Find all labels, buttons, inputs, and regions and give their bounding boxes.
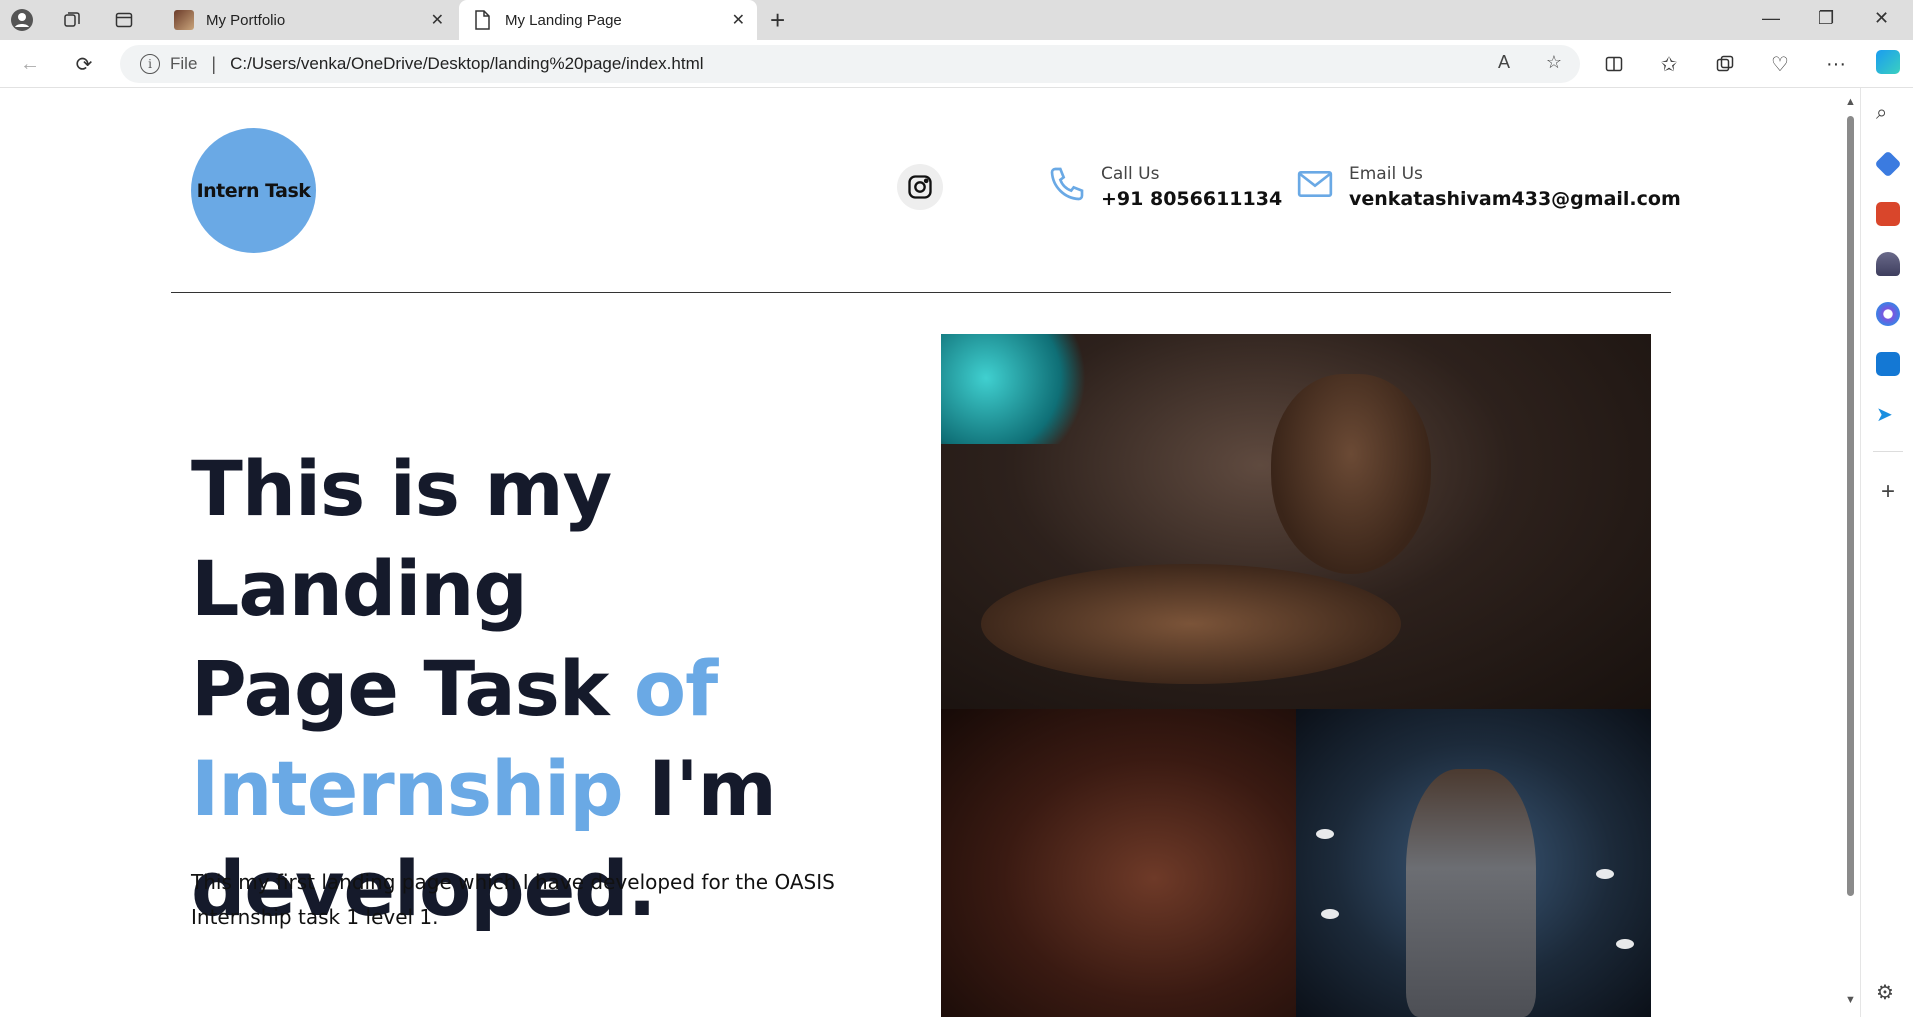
tab-title: My Portfolio [206,11,286,29]
stage-light [1596,869,1614,879]
hero-highlight: of [633,644,718,733]
navigation-bar: ← ⟳ i File | C:/Users/venka/OneDrive/Des… [0,40,1913,88]
photo-arm [981,564,1401,684]
vertical-scrollbar[interactable]: ▲ ▼ [1841,88,1859,1017]
hero-line: I'm [622,744,777,833]
photo-bottom-right [1296,709,1651,1017]
photo-figure [1406,769,1536,1017]
divider [1873,451,1903,452]
hero-heading: This is my Landing Page Task of Internsh… [191,439,931,939]
scroll-up-arrow-icon[interactable]: ▲ [1845,96,1856,108]
email-address[interactable]: venkatashivam433@gmail.com [1349,188,1681,210]
tab-title: My Landing Page [505,11,622,29]
workspaces-icon[interactable] [58,6,86,34]
settings-gear-icon[interactable]: ⚙ [1876,980,1900,1004]
call-us-label: Call Us [1101,164,1160,184]
copilot-icon[interactable] [1876,50,1900,74]
send-icon[interactable]: ➤ [1876,402,1900,426]
favorite-star-icon[interactable]: ☆ [1546,52,1562,73]
landing-page: Intern Task Call Us +91 8056611134 Email… [0,89,1841,1017]
back-icon[interactable]: ← [16,50,44,78]
add-icon[interactable]: + [1876,480,1900,506]
close-icon[interactable]: ✕ [431,10,444,30]
stage-light [1316,829,1334,839]
games-icon[interactable] [1876,252,1900,276]
hero-line: This is my Landing [191,444,612,633]
collections-icon[interactable] [1711,50,1739,78]
phone-number[interactable]: +91 8056611134 [1101,188,1282,210]
close-window-icon[interactable]: ✕ [1874,8,1889,29]
split-screen-icon[interactable] [1600,50,1628,78]
info-icon[interactable]: i [140,54,160,74]
tab-my-portfolio[interactable]: My Portfolio ✕ [160,0,456,40]
shopping-tag-icon[interactable] [1874,150,1902,178]
outlook-icon[interactable] [1876,352,1900,376]
email-us-label: Email Us [1349,164,1423,184]
tab-my-landing-page[interactable]: My Landing Page ✕ [459,0,757,40]
mail-icon [1295,164,1339,208]
logo[interactable]: Intern Task [191,128,316,253]
restore-icon[interactable]: ❐ [1818,8,1834,29]
page-icon [473,10,493,30]
refresh-icon[interactable]: ⟳ [70,50,98,78]
new-tab-button[interactable]: + [770,5,785,36]
email-us-block[interactable]: Email Us venkatashivam433@gmail.com [1295,164,1681,210]
call-us-block[interactable]: Call Us +91 8056611134 [1047,164,1282,210]
hero-line: Page Task [191,644,634,733]
favorites-icon[interactable]: ✩ [1655,50,1683,78]
tools-icon[interactable] [1876,202,1900,226]
url-text[interactable]: C:/Users/venka/OneDrive/Desktop/landing%… [230,54,703,74]
scroll-down-arrow-icon[interactable]: ▼ [1845,994,1856,1006]
scrollbar-thumb[interactable] [1847,116,1854,896]
read-aloud-icon[interactable]: A [1498,52,1510,73]
performance-heart-icon[interactable]: ♡ [1766,50,1794,78]
header-divider [171,292,1671,293]
vertical-tabs-icon[interactable] [110,6,138,34]
photo-light [941,334,1091,444]
profile-icon[interactable] [8,6,36,34]
scheme-label: File [170,54,198,73]
address-bar[interactable]: i File | C:/Users/venka/OneDrive/Desktop… [120,45,1580,83]
more-options-icon[interactable]: ··· [1822,50,1850,78]
office-icon[interactable] [1876,302,1900,326]
portfolio-favicon-icon [174,10,194,30]
separator: | [211,53,217,74]
close-icon[interactable]: ✕ [732,10,745,30]
photo-face [1271,374,1431,574]
instagram-icon[interactable] [897,164,943,210]
edge-sidebar: ⌕ ➤ + ⚙ [1860,50,1913,1017]
stage-light [1321,909,1339,919]
hero-description: This my first landing page which I have … [191,870,835,929]
tab-strip: My Portfolio ✕ My Landing Page ✕ + — ❐ ✕ [0,0,1913,40]
photo-bottom-left [941,709,1296,1017]
stage-light [1616,939,1634,949]
hero-highlight: Internship [191,744,624,833]
phone-icon [1047,164,1091,208]
minimize-icon[interactable]: — [1762,8,1780,29]
photo-top [941,334,1651,709]
hero-photo-collage [941,334,1651,1017]
search-icon[interactable]: ⌕ [1876,102,1900,126]
